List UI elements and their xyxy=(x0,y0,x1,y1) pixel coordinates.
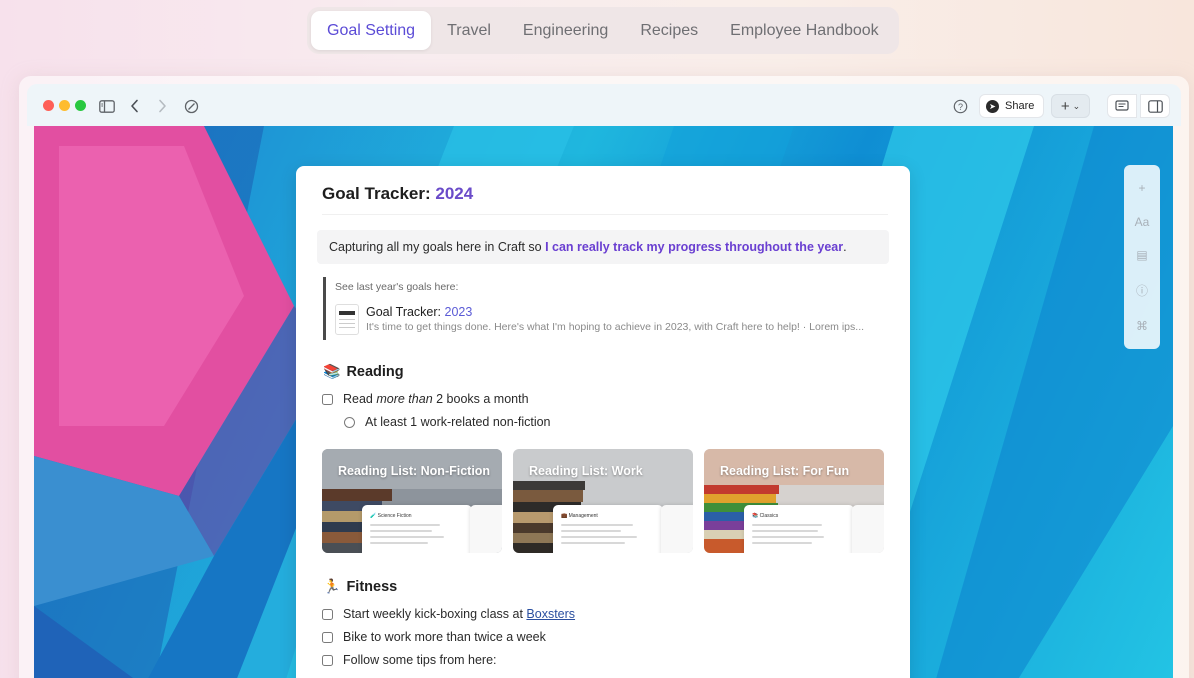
sync-icon[interactable] xyxy=(181,96,201,116)
minimize-window-button[interactable] xyxy=(59,100,70,111)
add-button[interactable]: + ⌄ xyxy=(1051,94,1090,118)
preview-sheet-secondary xyxy=(470,505,502,553)
reading-list-card-nonfiction[interactable]: Reading List: Non-Fiction 🧪 Science Fict… xyxy=(322,449,502,553)
tab-travel[interactable]: Travel xyxy=(431,11,507,50)
task-tips: Follow some tips from here: xyxy=(322,653,497,667)
subtask-text[interactable]: At least 1 work-related non-fiction xyxy=(365,415,551,429)
zoom-window-button[interactable] xyxy=(75,100,86,111)
task-checkbox[interactable] xyxy=(322,631,333,643)
share-label: Share xyxy=(1005,100,1035,112)
share-button[interactable]: ➤ Share xyxy=(979,94,1044,118)
preview-sheet: 💼 Management xyxy=(553,505,663,553)
task-checkbox[interactable] xyxy=(322,608,333,620)
callout-suffix: . xyxy=(843,240,847,254)
text-style-icon[interactable]: Aa xyxy=(1135,215,1150,229)
quote-block: See last year's goals here: Goal Tracker… xyxy=(323,277,889,340)
task-kickboxing: Start weekly kick-boxing class at Boxste… xyxy=(322,607,575,621)
help-icon[interactable]: ? xyxy=(950,96,970,116)
reading-list-card-work[interactable]: Reading List: Work 💼 Management xyxy=(513,449,693,553)
quote-label: See last year's goals here: xyxy=(335,281,459,293)
reading-list-label: Reading List: Non-Fiction xyxy=(338,464,491,478)
side-toolbar: + Aa ▤ ⓘ ⌘ xyxy=(1124,165,1160,349)
comment-icon xyxy=(1115,99,1129,111)
preview-sheet-secondary xyxy=(852,505,884,553)
preview-sheet-secondary xyxy=(661,505,693,553)
tab-engineering[interactable]: Engineering xyxy=(507,11,624,50)
page-thumbnail-icon xyxy=(335,304,359,335)
page-title[interactable]: Goal Tracker: 2024 xyxy=(322,184,473,204)
task-bike: Bike to work more than twice a week xyxy=(322,630,546,644)
reading-heading[interactable]: 📚 Reading xyxy=(323,363,404,380)
plus-icon: + xyxy=(1060,97,1070,115)
panel-icon xyxy=(1147,99,1163,113)
reading-list-label: Reading List: For Fun xyxy=(720,464,850,478)
page-title-prefix: Goal Tracker: xyxy=(322,184,436,203)
forward-icon[interactable] xyxy=(152,96,172,116)
callout-highlight: I can really track my progress throughou… xyxy=(545,240,844,254)
reading-heading-text: Reading xyxy=(346,363,404,380)
back-icon[interactable] xyxy=(125,96,145,116)
chevron-down-icon: ⌄ xyxy=(1072,100,1081,111)
task-checkbox[interactable] xyxy=(322,654,333,666)
share-icon: ➤ xyxy=(986,99,999,113)
linked-page-card[interactable]: Goal Tracker: 2023 It's time to get thin… xyxy=(335,304,885,336)
task-checkbox[interactable] xyxy=(322,393,333,405)
books-icon: 📚 xyxy=(323,363,341,379)
fitness-heading-text: Fitness xyxy=(346,578,398,595)
preview-sheet: 🧪 Science Fiction xyxy=(362,505,472,553)
subtask-nonfiction: At least 1 work-related non-fiction xyxy=(344,415,551,429)
template-tabs: Goal Setting Travel Engineering Recipes … xyxy=(307,7,899,54)
subtask-radio[interactable] xyxy=(344,416,355,428)
sidebar-toggle-icon[interactable] xyxy=(97,96,117,116)
intro-callout[interactable]: Capturing all my goals here in Craft so … xyxy=(317,230,889,264)
comments-button[interactable] xyxy=(1107,94,1137,118)
command-icon[interactable]: ⌘ xyxy=(1136,319,1148,333)
task-read-books: Read more than 2 books a month xyxy=(322,392,529,406)
info-icon[interactable]: ⓘ xyxy=(1136,282,1148,299)
tab-goal-setting[interactable]: Goal Setting xyxy=(311,11,432,50)
right-panel-button[interactable] xyxy=(1140,94,1170,118)
boxsters-link[interactable]: Boxsters xyxy=(526,607,575,621)
close-window-button[interactable] xyxy=(43,100,54,111)
linked-page-snippet: It's time to get things done. Here's wha… xyxy=(366,321,865,333)
callout-text: Capturing all my goals here in Craft so xyxy=(329,240,546,254)
reading-list-card-fun[interactable]: Reading List: For Fun 📚 Classics xyxy=(704,449,884,553)
title-divider xyxy=(322,214,888,215)
svg-text:?: ? xyxy=(957,102,962,112)
fitness-heading[interactable]: 🏃 Fitness xyxy=(323,578,397,595)
task-text[interactable]: Bike to work more than twice a week xyxy=(343,630,546,644)
reading-list-label: Reading List: Work xyxy=(529,464,643,478)
task-text[interactable]: Follow some tips from here: xyxy=(343,653,497,667)
tab-employee-handbook[interactable]: Employee Handbook xyxy=(714,11,895,50)
add-block-icon[interactable]: + xyxy=(1138,181,1145,195)
tab-recipes[interactable]: Recipes xyxy=(624,11,714,50)
page-style-icon[interactable]: ▤ xyxy=(1136,248,1147,262)
page-title-year: 2024 xyxy=(435,184,474,203)
runner-icon: 🏃 xyxy=(323,578,341,594)
linked-page-title: Goal Tracker: 2023 xyxy=(366,305,473,319)
preview-sheet: 📚 Classics xyxy=(744,505,854,553)
task-text[interactable]: Read more than 2 books a month xyxy=(343,392,529,406)
task-text[interactable]: Start weekly kick-boxing class at Boxste… xyxy=(343,607,575,621)
